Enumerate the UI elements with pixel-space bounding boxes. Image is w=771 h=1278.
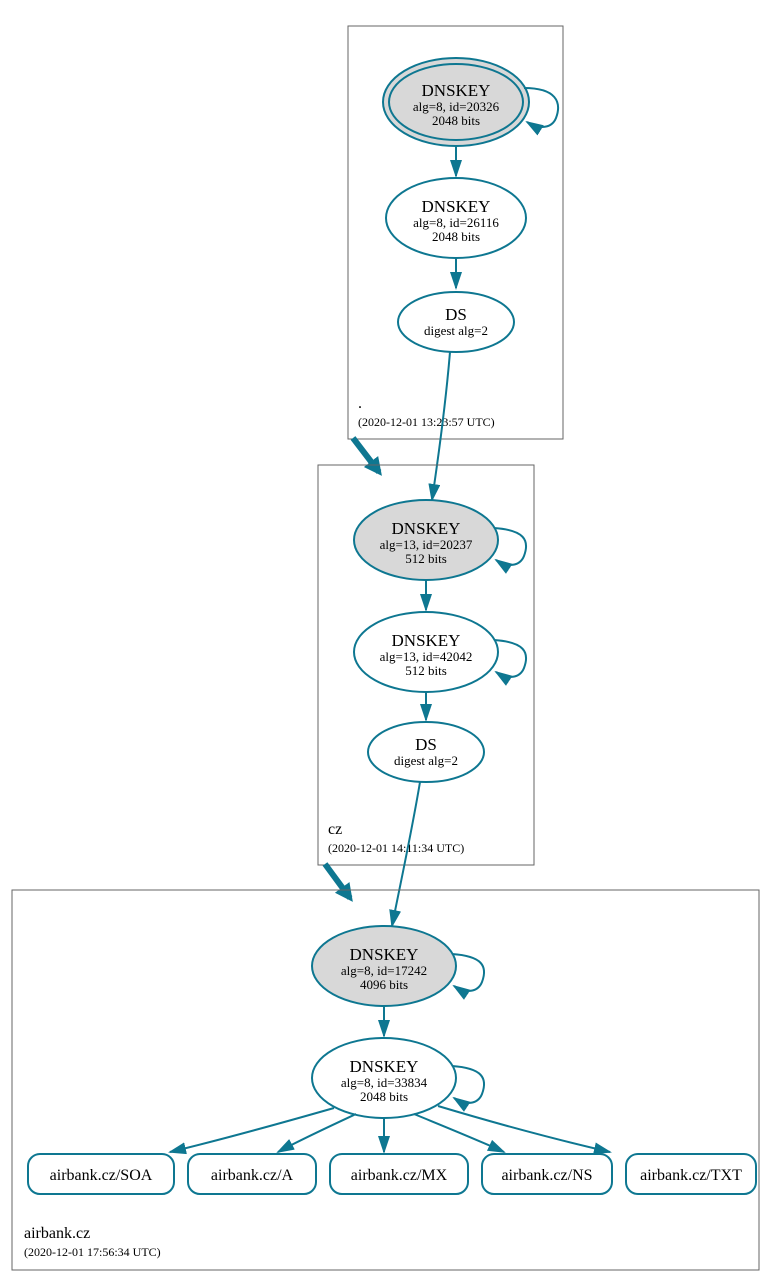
svg-text:digest alg=2: digest alg=2 <box>394 753 458 768</box>
svg-text:airbank.cz/SOA: airbank.cz/SOA <box>50 1167 153 1184</box>
zone-name-airbank: airbank.cz <box>24 1225 90 1242</box>
svg-text:airbank.cz/MX: airbank.cz/MX <box>351 1167 448 1184</box>
svg-text:4096 bits: 4096 bits <box>360 977 408 992</box>
self-loop-ab-zsk <box>452 1066 484 1103</box>
rrset-a: airbank.cz/A <box>188 1154 316 1194</box>
svg-text:2048 bits: 2048 bits <box>432 229 480 244</box>
svg-text:alg=13, id=20237: alg=13, id=20237 <box>380 537 473 552</box>
self-loop-cz-ksk <box>494 528 526 565</box>
svg-text:airbank.cz/TXT: airbank.cz/TXT <box>640 1167 742 1184</box>
svg-text:DNSKEY: DNSKEY <box>392 631 461 650</box>
zone-ts-root: (2020-12-01 13:23:57 UTC) <box>358 415 495 429</box>
node-cz-ksk: DNSKEY alg=13, id=20237 512 bits <box>354 500 526 580</box>
svg-text:512 bits: 512 bits <box>405 551 447 566</box>
svg-text:alg=8, id=26116: alg=8, id=26116 <box>413 215 499 230</box>
svg-text:alg=13, id=42042: alg=13, id=42042 <box>380 649 473 664</box>
svg-text:2048 bits: 2048 bits <box>432 113 480 128</box>
svg-text:512 bits: 512 bits <box>405 663 447 678</box>
node-root-zsk: DNSKEY alg=8, id=26116 2048 bits <box>386 178 526 258</box>
svg-text:DS: DS <box>415 735 437 754</box>
edge-abzsk-ns <box>414 1114 504 1152</box>
svg-text:airbank.cz/NS: airbank.cz/NS <box>501 1167 592 1184</box>
svg-text:alg=8, id=17242: alg=8, id=17242 <box>341 963 427 978</box>
zone-ts-cz: (2020-12-01 14:11:34 UTC) <box>328 841 464 855</box>
self-loop-cz-zsk <box>494 640 526 677</box>
dnssec-chain-diagram: . (2020-12-01 13:23:57 UTC) DNSKEY alg=8… <box>0 0 771 1278</box>
rrset-mx: airbank.cz/MX <box>330 1154 468 1194</box>
node-root-ksk: DNSKEY alg=8, id=20326 2048 bits <box>383 58 558 146</box>
svg-text:DNSKEY: DNSKEY <box>350 1057 419 1076</box>
edge-root-to-cz-thick <box>353 438 379 472</box>
svg-text:digest alg=2: digest alg=2 <box>424 323 488 338</box>
svg-text:airbank.cz/A: airbank.cz/A <box>211 1167 294 1184</box>
zone-root: . (2020-12-01 13:23:57 UTC) DNSKEY alg=8… <box>348 26 563 439</box>
svg-text:DNSKEY: DNSKEY <box>422 197 491 216</box>
node-ab-zsk: DNSKEY alg=8, id=33834 2048 bits <box>312 1038 484 1118</box>
self-loop-ab-ksk <box>452 954 484 991</box>
zone-airbank: airbank.cz (2020-12-01 17:56:34 UTC) DNS… <box>12 890 759 1270</box>
svg-text:DNSKEY: DNSKEY <box>422 81 491 100</box>
rrset-txt: airbank.cz/TXT <box>626 1154 756 1194</box>
node-cz-zsk: DNSKEY alg=13, id=42042 512 bits <box>354 612 526 692</box>
zone-cz: cz (2020-12-01 14:11:34 UTC) DNSKEY alg=… <box>318 465 534 865</box>
svg-text:alg=8, id=20326: alg=8, id=20326 <box>413 99 500 114</box>
zone-ts-airbank: (2020-12-01 17:56:34 UTC) <box>24 1245 161 1259</box>
edge-cz-to-ab-thick <box>325 864 350 898</box>
rrset-soa: airbank.cz/SOA <box>28 1154 174 1194</box>
svg-text:DS: DS <box>445 305 467 324</box>
svg-text:alg=8, id=33834: alg=8, id=33834 <box>341 1075 428 1090</box>
node-root-ds: DS digest alg=2 <box>398 292 514 352</box>
edge-abzsk-soa <box>170 1108 334 1152</box>
zone-name-root: . <box>358 395 362 412</box>
svg-text:DNSKEY: DNSKEY <box>350 945 419 964</box>
svg-text:DNSKEY: DNSKEY <box>392 519 461 538</box>
svg-text:2048 bits: 2048 bits <box>360 1089 408 1104</box>
node-cz-ds: DS digest alg=2 <box>368 722 484 782</box>
node-ab-ksk: DNSKEY alg=8, id=17242 4096 bits <box>312 926 484 1006</box>
rrset-ns: airbank.cz/NS <box>482 1154 612 1194</box>
edge-abzsk-txt <box>438 1106 610 1152</box>
zone-name-cz: cz <box>328 821 342 838</box>
